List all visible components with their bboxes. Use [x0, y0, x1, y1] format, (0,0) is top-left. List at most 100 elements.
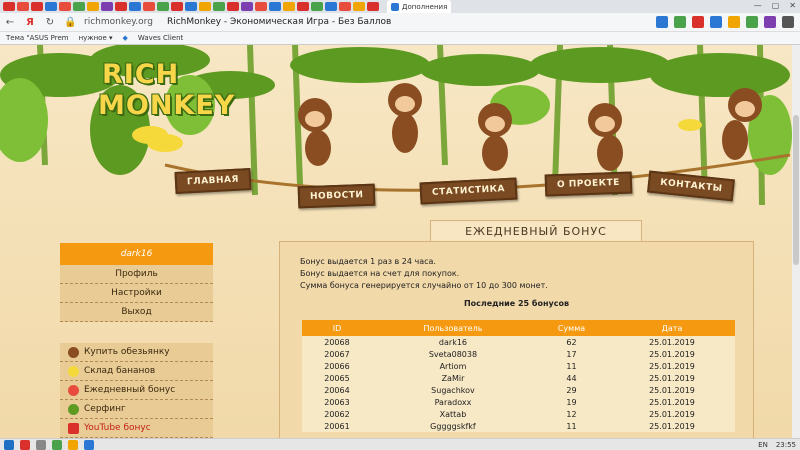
site-logo[interactable]: RICH MONKEY — [98, 59, 235, 121]
pinned-tab-icon[interactable] — [241, 2, 253, 11]
table-row: 20063 Paradoxx 19 25.01.2019 — [302, 396, 735, 408]
column-date: Дата — [609, 320, 735, 336]
pinned-tab-icon[interactable] — [213, 2, 225, 11]
pinned-tab-icon[interactable] — [87, 2, 99, 11]
extension-icon[interactable] — [692, 16, 704, 28]
sidebar-item-banana-storage[interactable]: Склад бананов — [60, 362, 213, 381]
pinned-tab-icon[interactable] — [59, 2, 71, 11]
pinned-tab-icon[interactable] — [297, 2, 309, 11]
pinned-tab-icon[interactable] — [325, 2, 337, 11]
pinned-tab-icon[interactable] — [227, 2, 239, 11]
cell-user: Sveta08038 — [371, 348, 534, 360]
last-bonuses-title: Последние 25 бонусов — [463, 299, 570, 308]
pinned-tab-icon[interactable] — [157, 2, 169, 11]
pinned-tab-icon[interactable] — [3, 2, 15, 11]
pinned-tab-icon[interactable] — [199, 2, 211, 11]
bonus-icon — [68, 384, 79, 396]
cell-id: 20061 — [302, 420, 372, 432]
pinned-tab-icon[interactable] — [115, 2, 127, 11]
sidebar-item-surfing[interactable]: Серфинг — [60, 400, 213, 419]
sidebar-item-profile[interactable]: Профиль — [60, 265, 213, 284]
maximize-icon[interactable]: ▢ — [772, 1, 780, 10]
pinned-tab-icon[interactable] — [129, 2, 141, 11]
nav-about[interactable]: О ПРОЕКТЕ — [544, 171, 633, 197]
username: dark16 — [60, 243, 213, 265]
pinned-tab-icon[interactable] — [73, 2, 85, 11]
browser-icon[interactable] — [20, 439, 30, 450]
pinned-tab-icon[interactable] — [17, 2, 29, 11]
bookmark-folder-label: нужное — [78, 34, 107, 42]
taskbar-app-icon[interactable] — [84, 439, 94, 450]
extension-icon[interactable] — [728, 16, 740, 28]
extension-icon[interactable] — [674, 16, 686, 28]
sidebar-item-daily-bonus[interactable]: Ежедневный бонус — [60, 381, 213, 400]
taskbar-app-icon[interactable] — [68, 439, 78, 450]
cell-date: 25.01.2019 — [609, 348, 735, 360]
extensions-icon — [391, 2, 399, 11]
bookmarks-bar: Тема "ASUS Prem нужное ▾ ◆ Waves Client — [0, 32, 800, 45]
cell-date: 25.01.2019 — [609, 384, 735, 396]
active-tab[interactable]: Дополнения — [387, 0, 452, 13]
pinned-tab-icon[interactable] — [367, 2, 379, 11]
cell-id: 20066 — [302, 360, 372, 372]
clock[interactable]: 23:55 — [776, 441, 796, 449]
language-indicator[interactable]: EN — [758, 441, 768, 449]
sidebar-item-buy-monkey[interactable]: Купить обезьянку — [60, 343, 213, 362]
sidebar-item-settings[interactable]: Настройки — [60, 284, 213, 303]
extension-icon[interactable] — [764, 16, 776, 28]
taskbar: EN 23:55 — [0, 438, 800, 450]
pinned-tab-icon[interactable] — [269, 2, 281, 11]
lock-icon[interactable]: 🔒 — [64, 17, 76, 28]
nav-news[interactable]: НОВОСТИ — [297, 183, 376, 209]
table-row: 20065 ZaMir 44 25.01.2019 — [302, 372, 735, 384]
extension-icon[interactable] — [746, 16, 758, 28]
start-icon[interactable] — [4, 439, 14, 450]
pinned-tab-icon[interactable] — [171, 2, 183, 11]
sidebar-item-logout[interactable]: Выход — [60, 303, 213, 322]
table-row: 20068 dark16 62 25.01.2019 — [302, 336, 735, 348]
extension-icon[interactable] — [710, 16, 722, 28]
pinned-tab-icon[interactable] — [143, 2, 155, 11]
page-scrollbar[interactable] — [792, 45, 800, 438]
pinned-tab-icon[interactable] — [255, 2, 267, 11]
yandex-icon[interactable]: Я — [24, 17, 36, 28]
bookmark-folder[interactable]: нужное ▾ — [79, 34, 113, 42]
info-line: Бонус выдается 1 раз в 24 часа. — [300, 257, 436, 266]
menu-icon[interactable] — [782, 16, 794, 28]
pinned-tab-icon[interactable] — [101, 2, 113, 11]
pinned-tab-icon[interactable] — [283, 2, 295, 11]
bookmark-item[interactable]: Тема "ASUS Prem — [6, 34, 69, 42]
pinned-tab-icon[interactable] — [353, 2, 365, 11]
tab-title: Дополнения — [402, 2, 448, 11]
sidebar-item-label: Серфинг — [84, 403, 126, 414]
extension-icon[interactable] — [656, 16, 668, 28]
back-icon[interactable]: ← — [4, 17, 16, 28]
pinned-tab-icon[interactable] — [31, 2, 43, 11]
taskbar-app-icon[interactable] — [52, 439, 62, 450]
sidebar-item-youtube-bonus[interactable]: YouTube бонус — [60, 419, 213, 438]
logo-line-1: RICH — [102, 59, 180, 90]
bookmark-item[interactable]: Waves Client — [138, 34, 183, 42]
close-icon[interactable]: ✕ — [789, 1, 796, 10]
taskbar-app-icon[interactable] — [36, 439, 46, 450]
minimize-icon[interactable]: — — [754, 1, 762, 10]
pinned-tab-icon[interactable] — [311, 2, 323, 11]
cell-user: Artiom — [371, 360, 534, 372]
window-controls: — ▢ ✕ — [754, 1, 796, 10]
pinned-tab-icon[interactable] — [339, 2, 351, 11]
info-line: Бонус выдается на счет для покупок. — [300, 269, 460, 278]
cell-date: 25.01.2019 — [609, 396, 735, 408]
url-host[interactable]: richmonkey.org — [84, 17, 153, 27]
scroll-thumb[interactable] — [793, 115, 799, 265]
banana-icon — [68, 365, 79, 377]
cell-user: dark16 — [371, 336, 534, 348]
bonus-panel: Бонус выдается 1 раз в 24 часа. Бонус вы… — [279, 241, 754, 438]
reload-icon[interactable]: ↻ — [44, 17, 56, 28]
pinned-tab-icon[interactable] — [185, 2, 197, 11]
nav-home[interactable]: ГЛАВНАЯ — [174, 168, 252, 194]
pinned-tab-icon[interactable] — [45, 2, 57, 11]
cell-amount: 62 — [533, 336, 610, 348]
user-panel: dark16 Профиль Настройки Выход — [60, 243, 213, 322]
page-title[interactable]: RichMonkey - Экономическая Игра - Без Ба… — [167, 17, 391, 27]
cell-id: 20065 — [302, 372, 372, 384]
